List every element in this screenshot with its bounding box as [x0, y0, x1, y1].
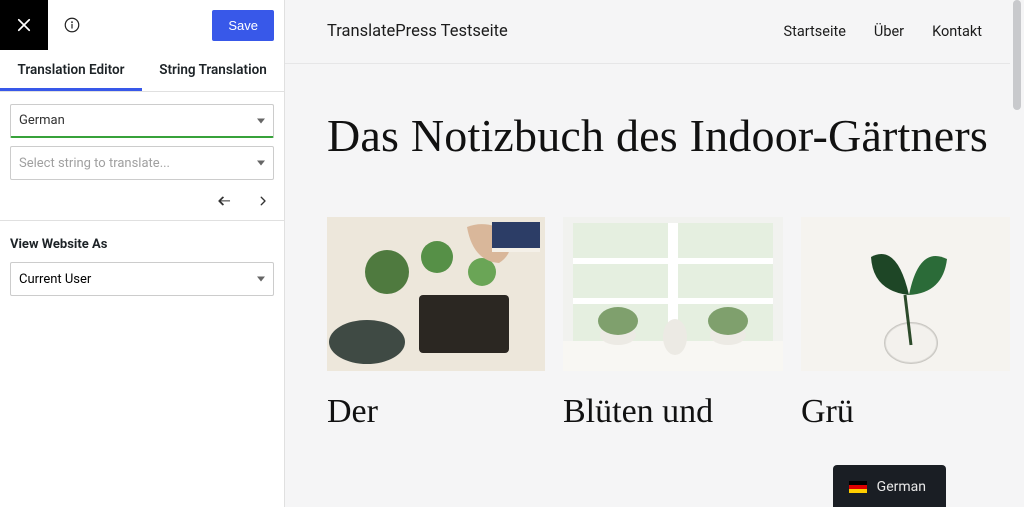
- language-select-value: German: [19, 113, 65, 128]
- view-as-label: View Website As: [10, 231, 274, 262]
- chevron-down-icon: [257, 118, 265, 123]
- card-1[interactable]: Der: [327, 217, 545, 430]
- save-button[interactable]: Save: [212, 10, 274, 41]
- page-title: Das Notizbuch des Indoor-Gärtners: [327, 110, 1024, 163]
- editor-tabs: Translation Editor String Translation: [0, 50, 284, 92]
- string-select[interactable]: Select string to translate...: [10, 146, 274, 180]
- nav-home[interactable]: Startseite: [784, 23, 846, 40]
- card-image: [801, 217, 1019, 371]
- card-title: Blüten und: [563, 393, 783, 430]
- site-title[interactable]: TranslatePress Testseite: [327, 22, 508, 41]
- leaf-vase-image: [801, 217, 1019, 371]
- undo-icon[interactable]: [216, 192, 234, 210]
- tab-string-translation[interactable]: String Translation: [142, 50, 284, 91]
- german-flag-icon: [849, 481, 867, 493]
- close-icon: [15, 16, 33, 34]
- language-switcher[interactable]: German: [833, 465, 946, 507]
- site-preview: TranslatePress Testseite Startseite Über…: [285, 0, 1024, 507]
- editor-topbar: Save: [0, 0, 284, 50]
- tab-translation-editor[interactable]: Translation Editor: [0, 50, 142, 91]
- card-title: Der: [327, 393, 545, 430]
- nav-contact[interactable]: Kontakt: [932, 23, 982, 40]
- language-select[interactable]: German: [10, 104, 274, 138]
- string-select-placeholder: Select string to translate...: [19, 156, 170, 171]
- card-row: Der Blüten und: [327, 217, 1024, 430]
- plant-potting-image: [327, 217, 545, 371]
- scrollbar-thumb[interactable]: [1013, 0, 1021, 110]
- card-2[interactable]: Blüten und: [563, 217, 783, 430]
- close-button[interactable]: [0, 0, 48, 50]
- nav-about[interactable]: Über: [874, 23, 904, 40]
- site-content: Das Notizbuch des Indoor-Gärtners: [285, 64, 1024, 430]
- card-image: [327, 217, 545, 371]
- view-as-select[interactable]: Current User: [10, 262, 274, 296]
- site-header: TranslatePress Testseite Startseite Über…: [285, 0, 1024, 63]
- view-as-value: Current User: [19, 272, 91, 287]
- chevron-down-icon: [257, 161, 265, 166]
- card-image: [563, 217, 783, 371]
- window-plants-image: [563, 217, 783, 371]
- language-switcher-label: German: [877, 479, 926, 495]
- chevron-down-icon: [257, 277, 265, 282]
- site-nav: Startseite Über Kontakt: [784, 23, 982, 40]
- translation-editor-panel: Save Translation Editor String Translati…: [0, 0, 285, 507]
- preview-scrollbar[interactable]: [1010, 0, 1024, 507]
- info-icon: [63, 16, 81, 34]
- info-button[interactable]: [48, 16, 96, 34]
- card-3[interactable]: Grü: [801, 217, 1019, 430]
- redo-icon[interactable]: [250, 192, 268, 210]
- history-arrows: [10, 188, 274, 210]
- card-title: Grü: [801, 393, 1019, 430]
